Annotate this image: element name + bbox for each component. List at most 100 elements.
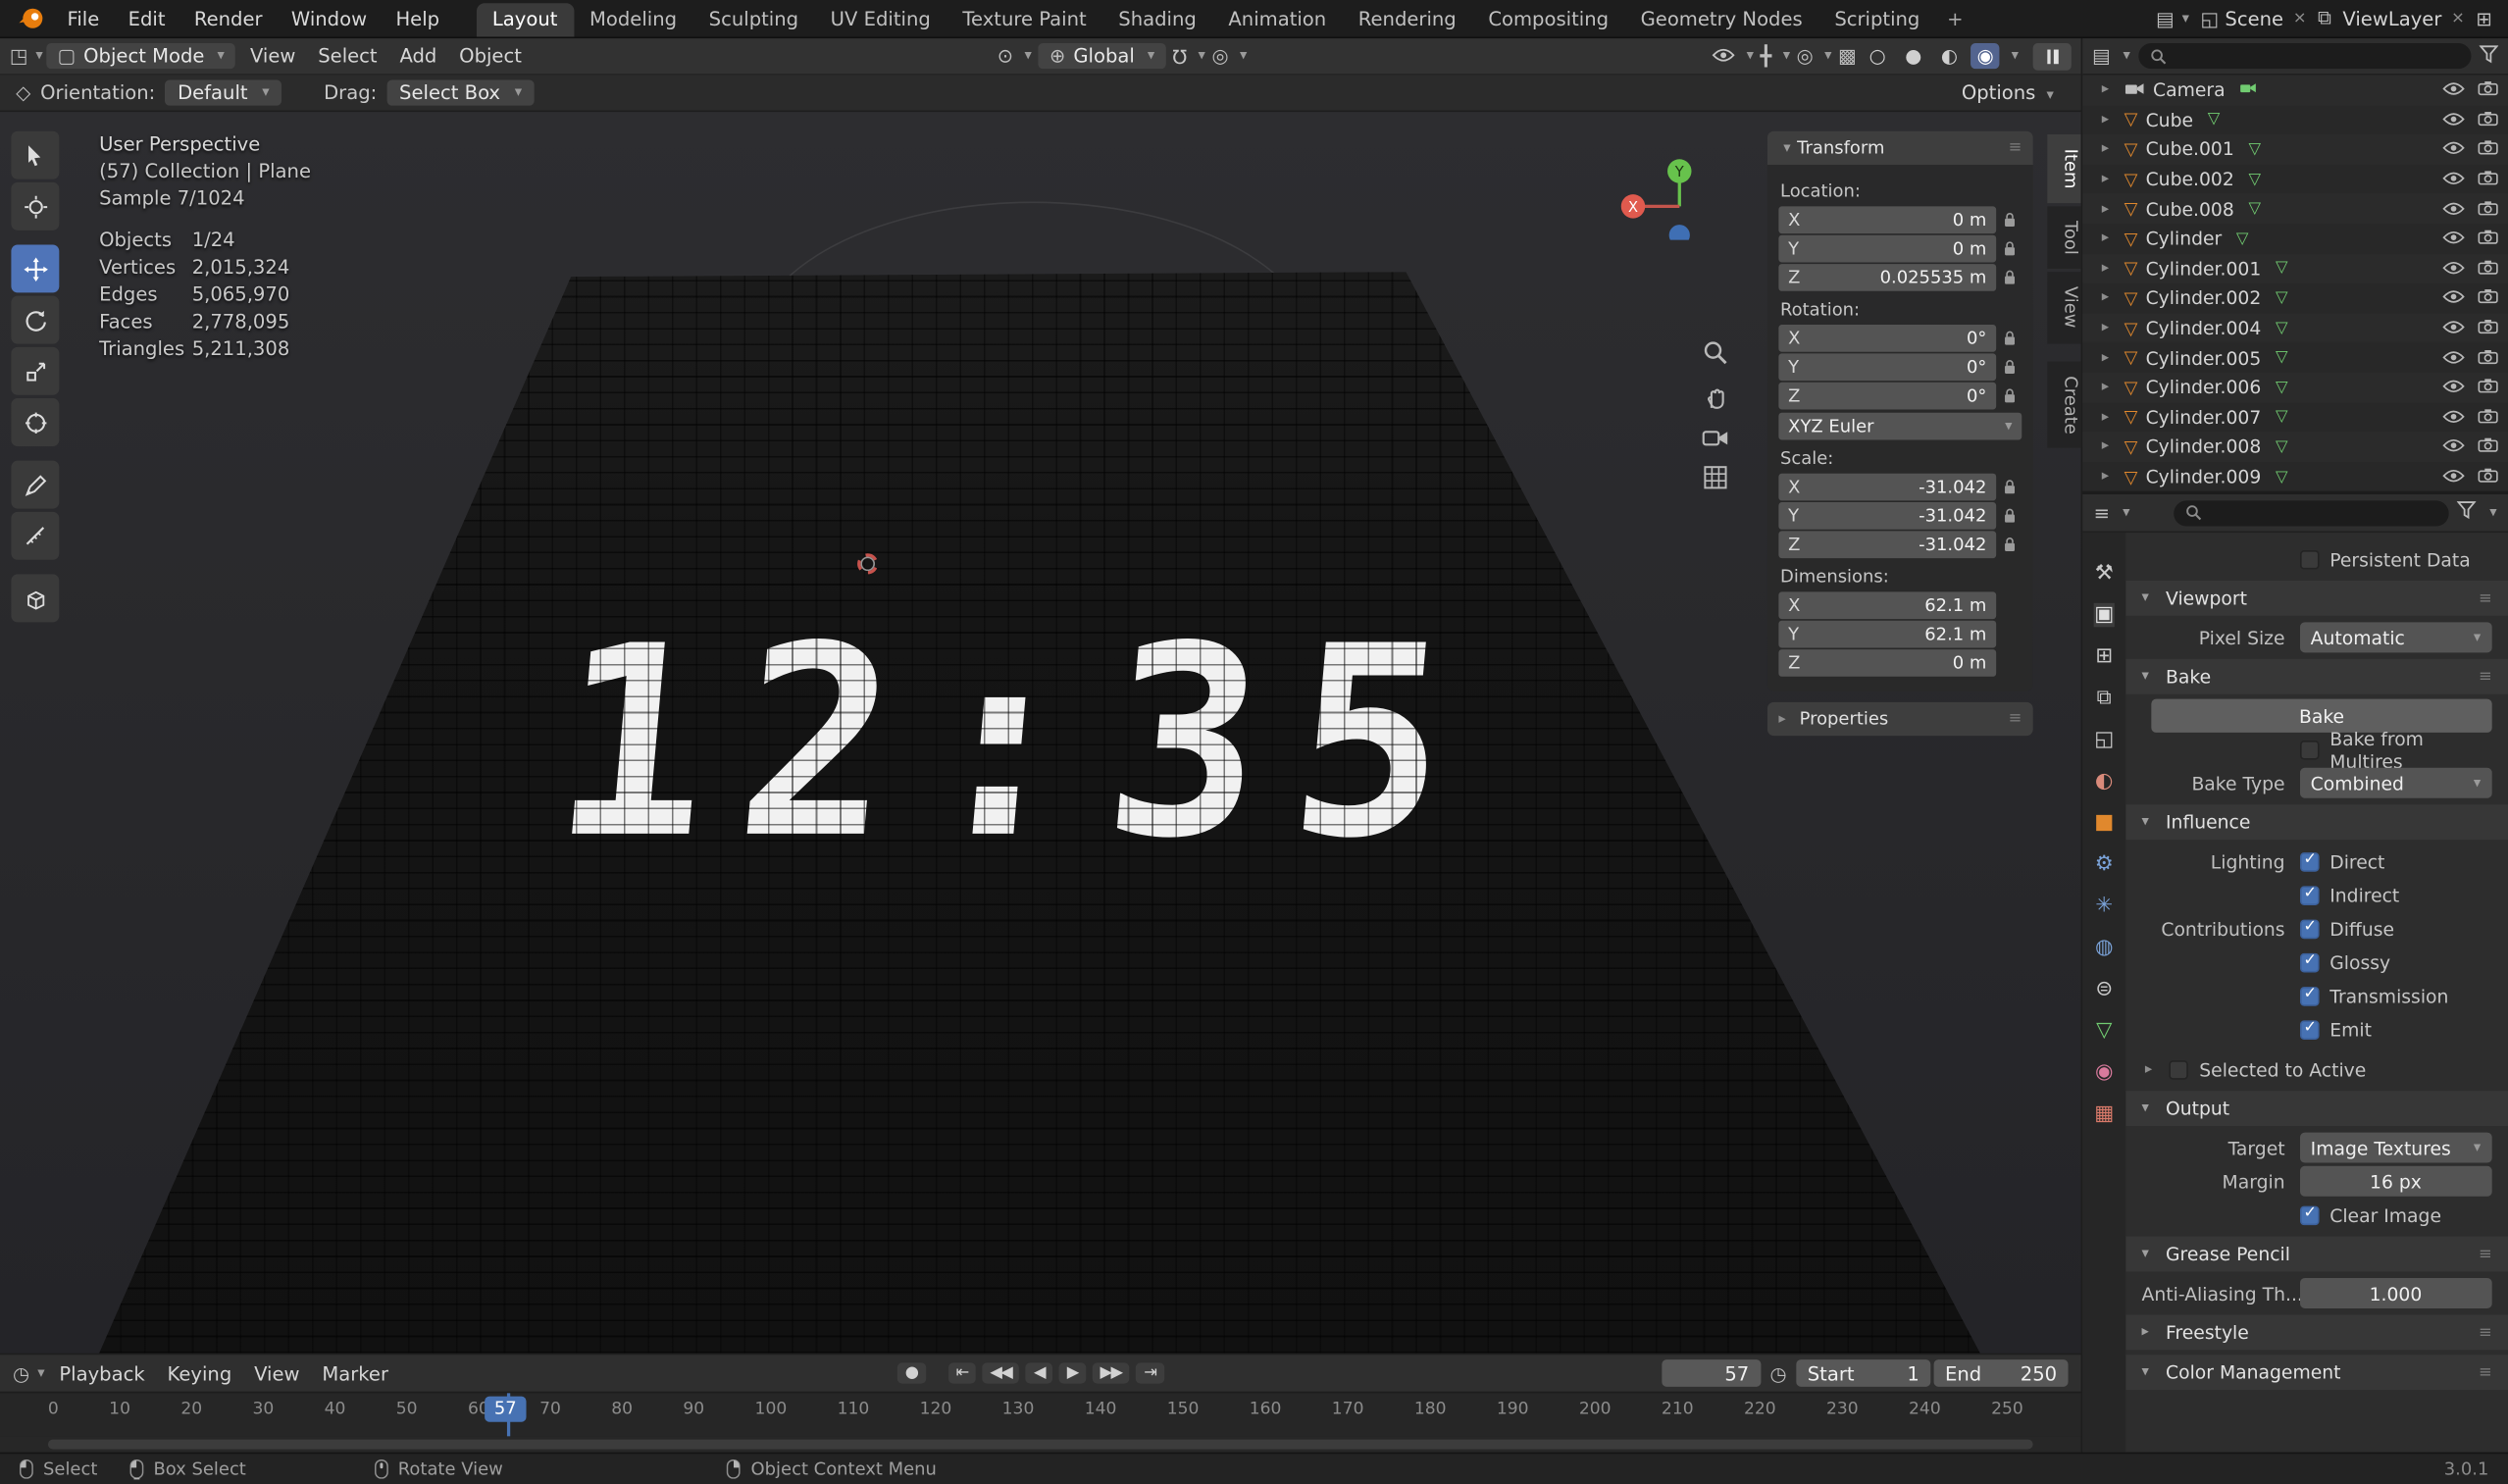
lock-icon[interactable] <box>1996 536 2022 553</box>
disable-render-camera-icon[interactable] <box>2478 317 2498 339</box>
lock-icon[interactable] <box>1996 387 2022 405</box>
properties-panel-header[interactable]: ▸ Properties ≡ <box>1766 701 2033 737</box>
pan-hand-icon[interactable] <box>1703 384 1728 411</box>
menubar-item[interactable]: Window <box>277 4 382 32</box>
object-name[interactable]: Cylinder.006 <box>2146 377 2262 399</box>
workspace-tab[interactable]: Modeling <box>574 3 693 36</box>
shading-material-icon[interactable]: ◐ <box>1934 43 1964 69</box>
menubar-item[interactable]: Edit <box>114 4 179 32</box>
pixel-size-dropdown[interactable]: Automatic ▾ <box>2299 622 2492 653</box>
pause-render-button[interactable] <box>2032 42 2072 70</box>
panel-grip-icon[interactable]: ≡ <box>2009 710 2022 728</box>
hide-viewport-eye-icon[interactable] <box>2442 78 2465 101</box>
measure-tool[interactable] <box>11 511 60 560</box>
preview-range-clock-icon[interactable]: ◷ <box>1769 1362 1786 1385</box>
timeline-ruler[interactable]: 0 10 20 30 40 50 60 70 80 90 100 110 120 130 140 150 160… <box>0 1391 2081 1437</box>
outliner-search[interactable] <box>2138 43 2472 70</box>
move-tool[interactable] <box>11 244 60 293</box>
mesh-data-icon[interactable]: ▽ <box>2276 408 2288 426</box>
lock-icon[interactable] <box>1996 358 2022 376</box>
workspace-tab[interactable]: UV Editing <box>814 3 947 36</box>
options-dropdown[interactable]: Options ▾ <box>1950 78 2065 107</box>
freestyle-section-header[interactable]: ▸ Freestyle ≡ <box>2125 1314 2508 1351</box>
object-tab[interactable]: ■ <box>2082 801 2125 843</box>
workspace-tab[interactable]: Compositing <box>1472 3 1624 36</box>
zoom-icon[interactable] <box>1702 339 1729 367</box>
outliner-search-input[interactable] <box>2175 46 2461 66</box>
persistent-data-checkbox[interactable] <box>2299 549 2319 569</box>
viewport-section-header[interactable]: ▾ Viewport ≡ <box>2125 580 2508 616</box>
gizmo-arrow-icon[interactable]: ▾ <box>1783 48 1790 64</box>
rotation-number-field[interactable]: Y 0° <box>1778 353 1997 382</box>
editor-type-arrow-icon[interactable]: ▾ <box>2123 504 2129 520</box>
object-name[interactable]: Cylinder.001 <box>2146 257 2262 280</box>
scene-dropdown-arrow-icon[interactable]: ▾ <box>2182 11 2189 26</box>
workspace-tab[interactable]: Sculpting <box>692 3 814 36</box>
object-name[interactable]: Cylinder.008 <box>2146 435 2262 458</box>
lock-icon[interactable] <box>1996 211 2022 229</box>
hide-viewport-eye-icon[interactable] <box>2442 109 2465 131</box>
add-workspace-button[interactable]: + <box>1936 3 1974 36</box>
disable-render-camera-icon[interactable] <box>2478 257 2498 280</box>
disclosure-icon[interactable]: ▸ <box>2102 439 2117 455</box>
menubar-item[interactable]: Render <box>179 4 277 32</box>
disable-render-camera-icon[interactable] <box>2478 78 2498 101</box>
camera-data-icon[interactable] <box>2239 81 2257 99</box>
navigation-gizmo[interactable]: Y X <box>1618 134 1737 246</box>
scale-number-field[interactable]: Y -31.042 <box>1778 502 1997 530</box>
hide-viewport-eye-icon[interactable] <box>2442 257 2465 280</box>
outliner-display-mode-icon[interactable]: ▤ <box>2092 45 2110 68</box>
scale-tool[interactable] <box>11 346 60 395</box>
outliner-row[interactable]: ▸ ▽ Cylinder.009 ▽ <box>2082 462 2508 491</box>
outliner-row[interactable]: ▸ ▽ Cylinder.007 ▽ <box>2082 402 2508 432</box>
render-tab[interactable]: ▣ <box>2082 593 2125 635</box>
display-mode-arrow-icon[interactable]: ▾ <box>2124 48 2130 64</box>
disable-render-camera-icon[interactable] <box>2478 168 2498 190</box>
unlink-scene-icon[interactable]: × <box>2293 10 2307 27</box>
filter-funnel-icon[interactable] <box>2457 500 2478 524</box>
prev-keyframe-button[interactable]: ◀◀ <box>982 1362 1020 1384</box>
mesh-data-icon[interactable]: ▽ <box>2276 379 2288 396</box>
menubar-item[interactable]: File <box>53 4 114 32</box>
timeline-menu-item[interactable]: Playback <box>48 1358 156 1387</box>
properties-editor-type-icon[interactable]: ≡ <box>2094 501 2110 524</box>
viewport-menu-item[interactable]: Select <box>307 41 388 70</box>
shading-rendered-icon[interactable]: ◉ <box>1971 43 2001 70</box>
browse-view-layer-icon[interactable]: ⧉ <box>2318 7 2331 30</box>
hide-viewport-eye-icon[interactable] <box>2442 377 2465 399</box>
snap-arrow-icon[interactable]: ▾ <box>1199 48 1205 64</box>
editor-type-arrow-icon[interactable]: ▾ <box>35 48 42 64</box>
object-name[interactable]: Cylinder.004 <box>2146 317 2262 339</box>
mesh-data-icon[interactable]: ▽ <box>2236 230 2249 247</box>
mode-dropdown[interactable]: ▢ Object Mode ▾ <box>46 43 236 70</box>
view-layer-selector[interactable]: ViewLayer × <box>2334 6 2473 31</box>
texture-tab[interactable]: ▦ <box>2082 1093 2125 1134</box>
disclosure-icon[interactable]: ▸ <box>2102 380 2117 395</box>
disclosure-icon[interactable]: ▸ <box>2102 141 2117 157</box>
workspace-tab[interactable]: Texture Paint <box>947 3 1102 36</box>
hide-viewport-eye-icon[interactable] <box>2442 406 2465 429</box>
location-number-field[interactable]: X 0 m <box>1778 206 1997 234</box>
show-object-types-icon[interactable] <box>1712 45 1735 68</box>
outliner-row[interactable]: ▸ ▽ Cylinder.002 ▽ <box>2082 283 2508 313</box>
dimension-number-field[interactable]: Z 0 m <box>1778 649 1997 677</box>
editor-type-icon[interactable]: ◳ <box>10 45 27 68</box>
play-button[interactable]: ▶ <box>1058 1362 1086 1384</box>
diffuse-checkbox[interactable] <box>2299 917 2319 939</box>
object-name[interactable]: Cube.001 <box>2146 138 2234 161</box>
pivot-point-icon[interactable]: ⊙ <box>998 45 1013 68</box>
properties-search[interactable] <box>2174 499 2450 526</box>
constraints-tab[interactable]: ⊜ <box>2082 968 2125 1009</box>
hide-viewport-eye-icon[interactable] <box>2442 198 2465 221</box>
hide-viewport-eye-icon[interactable] <box>2442 346 2465 369</box>
mesh-data-icon[interactable]: ▽ <box>2276 289 2288 307</box>
auto-keying-button[interactable]: ● <box>896 1362 926 1384</box>
disable-render-camera-icon[interactable] <box>2478 346 2498 369</box>
direct-checkbox[interactable] <box>2299 850 2319 871</box>
tool-tab[interactable]: ⚒ <box>2082 552 2125 593</box>
mesh-data-icon[interactable]: ▽ <box>2208 111 2221 128</box>
object-data-tab[interactable]: ▽ <box>2082 1009 2125 1050</box>
disclosure-icon[interactable]: ▸ <box>2102 230 2117 246</box>
timeline-menu-item[interactable]: Keying <box>156 1358 243 1387</box>
blender-logo-icon[interactable] <box>18 5 45 32</box>
